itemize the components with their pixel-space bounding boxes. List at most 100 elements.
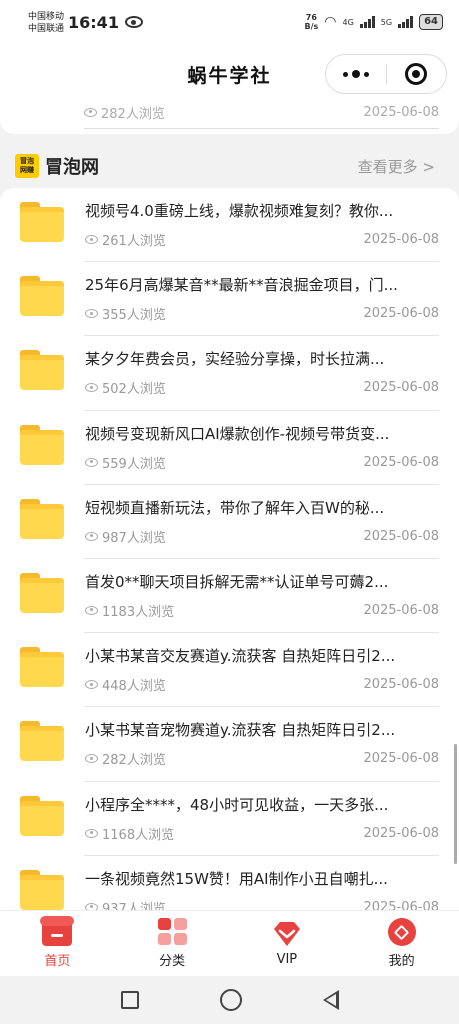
folder-icon <box>20 350 64 391</box>
eye-icon <box>124 16 143 28</box>
more-options-button[interactable] <box>326 70 386 78</box>
battery-icon: 64 <box>419 14 443 30</box>
item-meta: 1168人浏览 2025-06-08 <box>85 824 439 843</box>
back-button[interactable] <box>322 990 339 1010</box>
item-date: 2025-06-08 <box>363 232 439 247</box>
section-title: 冒泡网 <box>45 157 99 178</box>
home-store-icon <box>40 916 75 946</box>
eye-icon <box>84 107 97 117</box>
item-title: 小某书某音宠物赛道y.流获客 自热矩阵日引2... <box>85 721 396 740</box>
signal-bars-icon <box>398 16 414 28</box>
item-date: 2025-06-08 <box>363 380 439 396</box>
list-item[interactable]: 282人浏览 2025-06-08 <box>20 104 439 122</box>
list-item[interactable]: 短视频直播新玩法，带你了解年入百W的秘... 987人浏览 2025-06-08 <box>0 485 459 559</box>
item-date: 2025-06-08 <box>363 104 439 120</box>
tab-label: 分类 <box>159 954 186 969</box>
item-meta: 355人浏览 2025-06-08 <box>85 304 439 323</box>
item-meta: 1183人浏览 2025-06-08 <box>85 601 439 620</box>
item-title: 首发0**聊天项目拆解无需**认证单号可薅2... <box>85 572 389 591</box>
list-item[interactable]: 小程序全****，48小时可见收益，一天多张... 1168人浏览 2025-06-… <box>0 782 459 856</box>
net-speed-unit: B/s <box>304 22 319 31</box>
item-date: 2025-06-08 <box>363 899 439 910</box>
item-meta: 282人浏览 2025-06-08 <box>85 749 439 768</box>
net-speed-value: 76 <box>305 13 317 22</box>
network-label-2: 5G <box>380 17 393 27</box>
folder-icon <box>20 276 64 317</box>
views-count: 937人浏览 <box>85 898 166 910</box>
eye-icon <box>85 383 98 393</box>
section-logo: 冒泡 网赚 <box>15 154 39 178</box>
see-more-link[interactable]: 查看更多 > <box>358 156 435 177</box>
tab-label: VIP <box>276 952 298 967</box>
list-item[interactable]: 小某书某音宠物赛道y.流获客 自热矩阵日引2... 282人浏览 2025-06-0… <box>0 707 459 782</box>
article-list: 视频号4.0重磅上线，爆款视频难复刻？教你... 261人浏览 2025-06-08… <box>0 188 459 910</box>
item-title: 视频号变现新风口AI爆款创作-视频号带货变... <box>85 424 390 443</box>
eye-icon <box>85 828 98 838</box>
folder-icon <box>20 647 64 688</box>
views-count: 282人浏览 <box>85 749 166 768</box>
category-grid-icon <box>157 918 187 946</box>
tab-vip[interactable]: VIP <box>230 911 345 976</box>
tab-profile[interactable]: 我的 <box>344 911 459 976</box>
system-nav-bar <box>0 976 459 1024</box>
item-title: 25年6月高爆某音**最新**音浪掘金项目，门... <box>85 276 398 295</box>
item-date: 2025-06-08 <box>363 602 439 618</box>
tab-category[interactable]: 分类 <box>115 911 230 976</box>
tab-label: 我的 <box>388 954 415 969</box>
item-title: 一条视频竟然15W赞！用AI制作小丑自嘲扎... <box>85 869 388 888</box>
recents-button[interactable] <box>120 991 139 1009</box>
views-count: 987人浏览 <box>85 527 166 546</box>
list-item[interactable]: 视频号变现新风口AI爆款创作-视频号带货变... 559人浏览 2025-06-08 <box>0 411 459 485</box>
divider <box>84 128 439 129</box>
tab-home[interactable]: 首页 <box>0 911 115 976</box>
status-indicators: 76 B/s ◠ 4G 5G 64 <box>304 13 443 31</box>
item-title: 某夕夕年费会员，实经验分享操，时长拉满... <box>85 350 385 369</box>
list-item[interactable]: 某夕夕年费会员，实经验分享操，时长拉满... 502人浏览 2025-06-08 <box>0 336 459 411</box>
views-count: 282人浏览 <box>84 104 165 122</box>
net-speed: 76 B/s <box>304 13 318 31</box>
item-meta: 448人浏览 2025-06-08 <box>85 675 439 694</box>
item-date: 2025-06-08 <box>363 751 439 767</box>
item-meta: 502人浏览 2025-06-08 <box>85 378 439 397</box>
bottom-tab-bar: 首页 分类 VIP 我的 <box>0 910 459 976</box>
views-count: 1168人浏览 <box>85 824 174 843</box>
folder-icon <box>20 869 64 910</box>
tab-label: 首页 <box>44 954 71 969</box>
header: 蜗牛学社 <box>0 44 459 104</box>
eye-icon <box>85 309 98 319</box>
folder-icon <box>20 424 64 465</box>
list-item[interactable]: 首发0**聊天项目拆解无需**认证单号可薅2... 1183人浏览 2025-06-… <box>0 559 459 634</box>
carrier-info: 中国移动 中国联通 <box>28 11 64 35</box>
previous-section-card: 282人浏览 2025-06-08 <box>0 104 459 134</box>
item-title: 视频号4.0重磅上线，爆款视频难复刻？教你... <box>85 202 394 220</box>
eye-icon <box>85 605 98 615</box>
views-count: 559人浏览 <box>85 453 166 472</box>
item-date: 2025-06-08 <box>363 677 439 693</box>
list-item[interactable]: 小某书某音交友赛道y.流获客 自热矩阵日引2... 448人浏览 2025-06-0… <box>0 633 459 708</box>
list-item[interactable]: 25年6月高爆某音**最新**音浪掘金项目，门... 355人浏览 2025-06-… <box>0 262 459 337</box>
folder-icon <box>20 202 64 242</box>
target-icon <box>405 63 428 85</box>
views-count: 448人浏览 <box>85 675 166 694</box>
item-title: 小程序全****，48小时可见收益，一天多张... <box>85 795 389 814</box>
main-content[interactable]: 282人浏览 2025-06-08 冒泡 网赚 冒泡网 查看更多 > 视频号4.… <box>0 104 459 910</box>
views-count: 1183人浏览 <box>85 601 174 620</box>
page-title: 蜗牛学社 <box>187 64 272 87</box>
list-item[interactable]: 一条视频竟然15W赞！用AI制作小丑自嘲扎... 937人浏览 2025-06-08 <box>0 856 459 910</box>
views-count: 261人浏览 <box>85 230 166 249</box>
item-date: 2025-06-08 <box>363 306 439 322</box>
close-miniprogram-button[interactable] <box>387 63 447 85</box>
item-meta: 261人浏览 2025-06-08 <box>85 230 439 249</box>
item-date: 2025-06-08 <box>363 454 439 470</box>
scrollbar[interactable] <box>454 744 457 864</box>
item-meta: 937人浏览 2025-06-08 <box>85 898 439 910</box>
item-meta: 559人浏览 2025-06-08 <box>85 453 439 472</box>
eye-icon <box>85 680 98 690</box>
home-button[interactable] <box>219 989 242 1011</box>
list-item[interactable]: 视频号4.0重磅上线，爆款视频难复刻？教你... 261人浏览 2025-06-08 <box>0 188 459 263</box>
folder-icon <box>20 795 64 836</box>
item-meta: 987人浏览 2025-06-08 <box>85 527 439 546</box>
item-title: 短视频直播新玩法，带你了解年入百W的秘... <box>85 498 385 517</box>
eye-icon <box>85 902 98 910</box>
status-bar: 中国移动 中国联通 16:41 76 B/s ◠ 4G 5G 64 <box>0 0 459 44</box>
